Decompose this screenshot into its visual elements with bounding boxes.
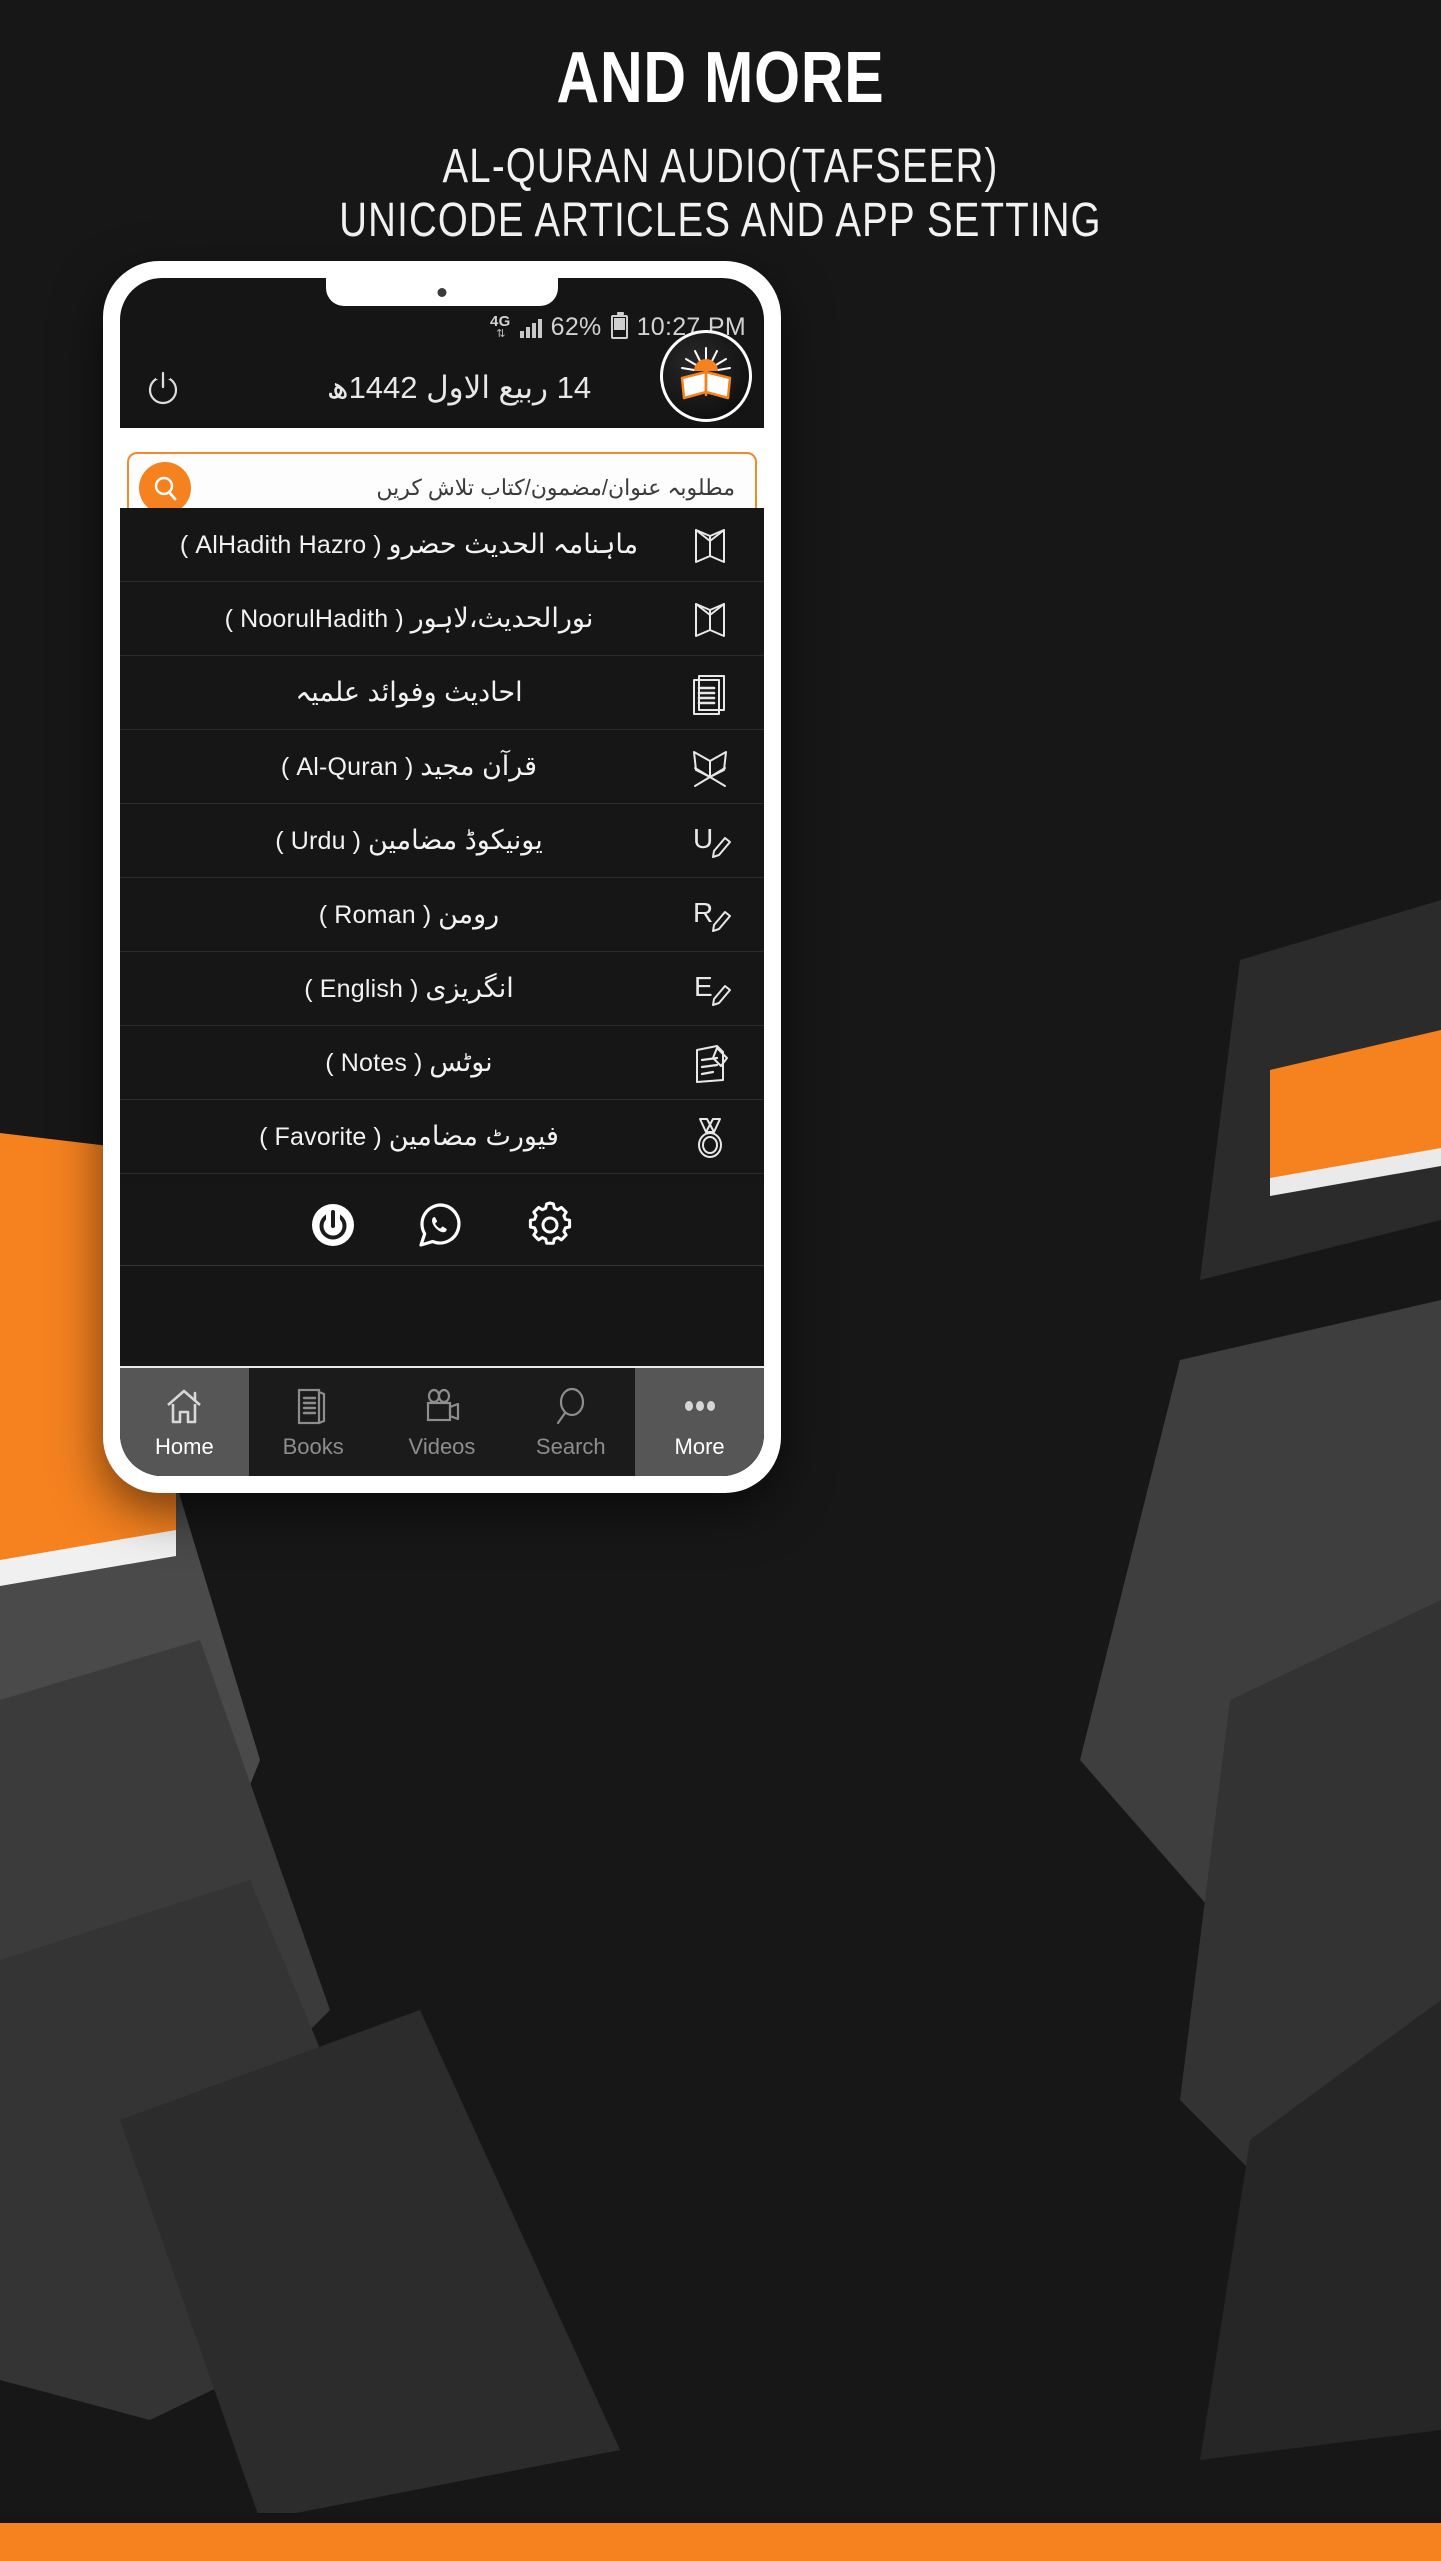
poster-headline-block: AND MORE AL-QURAN AUDIO(TAFSEER) UNICODE… bbox=[0, 42, 1441, 248]
nav-item-label: Search bbox=[535, 1434, 606, 1459]
main-menu-list: ماہنامہ الحدیث حضرو ( AlHadith Hazro ) نو… bbox=[120, 508, 764, 1174]
exit-app-button[interactable] bbox=[307, 1199, 359, 1251]
front-camera-dot bbox=[437, 288, 447, 297]
poster-stage: AND MORE AL-QURAN AUDIO(TAFSEER) UNICODE… bbox=[0, 0, 1441, 2561]
svg-text:E: E bbox=[694, 971, 713, 1002]
app-header: 14 ربیع الاول 1442ھ bbox=[120, 330, 764, 428]
medal-icon bbox=[678, 1114, 742, 1160]
nav-item-label: Books bbox=[282, 1434, 344, 1459]
open-book-icon bbox=[678, 522, 742, 568]
menu-row-latin-label: ( English ) bbox=[304, 975, 426, 1003]
search-icon[interactable] bbox=[139, 462, 191, 514]
menu-row[interactable]: R رومن ( Roman ) bbox=[120, 878, 764, 952]
bottom-navigation: Home Books Videos Search More bbox=[120, 1366, 764, 1476]
open-book-sunrise-logo[interactable] bbox=[660, 330, 752, 422]
menu-row[interactable]: قرآن مجید ( Al-Quran ) bbox=[120, 730, 764, 804]
menu-row-label: نورالحدیث،لاہور ( NoorulHadith ) bbox=[224, 603, 594, 633]
menu-row-label: نوٹس ( Notes ) bbox=[325, 1047, 493, 1077]
nav-item-videos[interactable]: Videos bbox=[378, 1368, 507, 1476]
whatsapp-button[interactable] bbox=[415, 1199, 467, 1251]
nav-item-label: Videos bbox=[408, 1434, 476, 1459]
power-icon-glyph bbox=[148, 371, 178, 405]
phone-screen: 4G ⇅ 62% 10:27 PM 14 ربیع الاول 1442ھ مط… bbox=[120, 278, 764, 1476]
menu-row-latin-label: ( Notes ) bbox=[325, 1049, 430, 1077]
bottom-dark-strip bbox=[0, 2513, 1441, 2523]
nav-item-books[interactable]: Books bbox=[249, 1368, 378, 1476]
menu-row-label: انگریزی ( English ) bbox=[304, 973, 514, 1003]
r-pencil-icon: R bbox=[678, 892, 742, 938]
menu-row-latin-label: ( Roman ) bbox=[318, 901, 439, 929]
menu-row[interactable]: نوٹس ( Notes ) bbox=[120, 1026, 764, 1100]
status-bar: 4G ⇅ 62% 10:27 PM bbox=[120, 306, 764, 348]
quick-action-row bbox=[120, 1184, 764, 1266]
menu-row[interactable]: E انگریزی ( English ) bbox=[120, 952, 764, 1026]
books-icon bbox=[291, 1384, 335, 1428]
bottom-orange-strip bbox=[0, 2523, 1441, 2561]
menu-row-label: یونیکوڈ مضامین ( Urdu ) bbox=[275, 825, 543, 855]
nav-item-more[interactable]: More bbox=[635, 1368, 764, 1476]
nav-item-home[interactable]: Home bbox=[120, 1368, 249, 1476]
open-book-icon bbox=[678, 596, 742, 642]
menu-row[interactable]: نورالحدیث،لاہور ( NoorulHadith ) bbox=[120, 582, 764, 656]
menu-row-latin-label: ( Urdu ) bbox=[275, 827, 368, 855]
home-icon bbox=[162, 1384, 206, 1428]
menu-row-latin-label: ( AlHadith Hazro ) bbox=[179, 531, 389, 559]
signal-bars-icon bbox=[519, 317, 542, 338]
menu-row-latin-label: ( Al-Quran ) bbox=[280, 753, 421, 781]
quran-stand-icon bbox=[678, 744, 742, 790]
e-pencil-icon: E bbox=[678, 966, 742, 1012]
nav-item-search[interactable]: Search bbox=[506, 1368, 635, 1476]
svg-text:R: R bbox=[693, 897, 713, 928]
menu-row-label: فیورٹ مضامین ( Favorite ) bbox=[259, 1121, 559, 1151]
search-input[interactable]: مطلوبہ عنوان/مضمون/کتاب تلاش کریں bbox=[191, 475, 745, 501]
svg-text:U: U bbox=[693, 823, 713, 854]
search-icon-glyph bbox=[154, 476, 177, 501]
poster-subline-1: AL-QURAN AUDIO(TAFSEER) bbox=[442, 140, 999, 193]
battery-percent-label: 62% bbox=[550, 312, 602, 341]
menu-row[interactable]: ماہنامہ الحدیث حضرو ( AlHadith Hazro ) bbox=[120, 508, 764, 582]
power-icon[interactable] bbox=[142, 367, 184, 409]
menu-row-label: ماہنامہ الحدیث حضرو ( AlHadith Hazro ) bbox=[179, 529, 639, 559]
newspaper-icon bbox=[678, 670, 742, 716]
menu-row-latin-label: ( NoorulHadith ) bbox=[224, 605, 411, 633]
whatsapp-icon bbox=[419, 1202, 461, 1247]
search-icon bbox=[549, 1384, 593, 1428]
menu-row[interactable]: احادیث وفوائد علمیہ bbox=[120, 656, 764, 730]
menu-row-label: قرآن مجید ( Al-Quran ) bbox=[280, 751, 538, 781]
page-title: AND MORE bbox=[556, 38, 885, 118]
power-icon bbox=[312, 1203, 354, 1246]
poster-subline-2: UNICODE ARTICLES AND APP SETTING bbox=[339, 193, 1102, 247]
nav-item-label: Home bbox=[155, 1434, 214, 1459]
logo-glyph bbox=[680, 347, 732, 400]
more-dots-icon bbox=[678, 1384, 722, 1428]
video-icon bbox=[420, 1384, 464, 1428]
phone-mockup: 4G ⇅ 62% 10:27 PM 14 ربیع الاول 1442ھ مط… bbox=[103, 261, 781, 1493]
menu-row[interactable]: U یونیکوڈ مضامین ( Urdu ) bbox=[120, 804, 764, 878]
u-pencil-icon: U bbox=[678, 818, 742, 864]
menu-row-label: رومن ( Roman ) bbox=[318, 899, 500, 929]
gear-icon bbox=[528, 1201, 572, 1245]
4g-data-icon: 4G ⇅ bbox=[490, 314, 511, 340]
settings-button[interactable] bbox=[523, 1198, 577, 1252]
menu-row-label: احادیث وفوائد علمیہ bbox=[295, 677, 523, 707]
notepad-pencil-icon bbox=[678, 1040, 742, 1086]
network-type-label: 4G bbox=[490, 313, 511, 330]
nav-item-label: More bbox=[674, 1434, 725, 1459]
data-arrows-icon: ⇅ bbox=[496, 328, 505, 340]
phone-notch bbox=[326, 278, 558, 306]
menu-row-latin-label: ( Favorite ) bbox=[259, 1123, 389, 1151]
battery-icon bbox=[610, 312, 628, 339]
menu-row[interactable]: فیورٹ مضامین ( Favorite ) bbox=[120, 1100, 764, 1174]
